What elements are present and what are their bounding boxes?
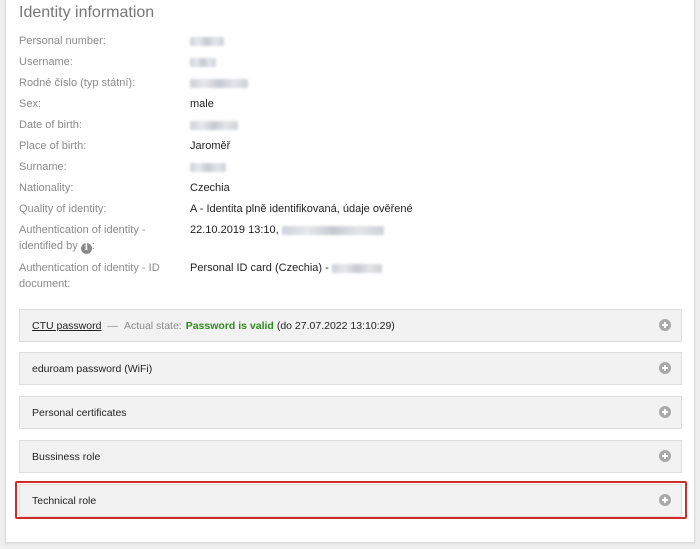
auth-identified-row: Authentication of identity - identified b…	[19, 222, 384, 254]
auth-document-row: Authentication of identity - ID document:…	[19, 260, 382, 292]
identity-row-label: Sex:	[19, 98, 42, 110]
page-title: Identity information	[19, 4, 155, 21]
identity-row: Rodné číslo (typ státní):	[19, 75, 248, 91]
redacted-value	[190, 120, 238, 130]
auth-identified-value: 22.10.2019 13:10,	[190, 222, 384, 254]
identity-row-label: Date of birth:	[19, 119, 82, 131]
redacted-value	[190, 57, 216, 67]
redacted-value	[331, 263, 382, 273]
separator-dash: —	[107, 319, 118, 332]
expand-plus-icon[interactable]	[659, 406, 671, 418]
identity-row-value: Jaroměř	[190, 140, 231, 152]
identity-row: Date of birth:	[19, 117, 238, 133]
auth-document-label-line2: document:	[19, 278, 71, 290]
eduroam-password-label: eduroam password (WiFi)	[32, 362, 153, 375]
business-role-section[interactable]: Bussiness role	[19, 440, 682, 473]
identity-row-label: Surname:	[19, 161, 67, 173]
identity-row: Place of birth: Jaroměř	[19, 138, 230, 154]
auth-document-text: Personal ID card (Czechia) -	[190, 262, 329, 274]
info-circle-icon[interactable]: i	[80, 243, 92, 254]
redacted-value	[190, 78, 248, 88]
auth-identified-label-line1: Authentication of identity -	[19, 224, 146, 236]
auth-identified-label: Authentication of identity - identified b…	[19, 224, 146, 254]
expand-plus-icon[interactable]	[659, 362, 671, 374]
identity-row-label: Username:	[19, 56, 73, 68]
identity-row-value: Czechia	[190, 182, 230, 194]
identity-row-value	[190, 159, 226, 175]
identity-row-label: Rodné číslo (typ státní):	[19, 77, 136, 89]
identity-row-value	[190, 117, 238, 133]
identity-row-value: A - Identita plně identifikovaná, údaje …	[190, 203, 413, 215]
identity-row-label: Nationality:	[19, 182, 74, 194]
expand-plus-icon[interactable]	[659, 319, 671, 331]
identity-row-value: male	[190, 98, 214, 110]
expand-plus-icon[interactable]	[659, 494, 671, 506]
identity-row-label: Personal number:	[19, 35, 106, 47]
identity-row-value	[190, 54, 216, 70]
identity-row-value	[190, 75, 248, 91]
actual-state-label: Actual state:	[123, 319, 182, 332]
password-valid-until: (do 27.07.2022 13:10:29)	[276, 319, 395, 332]
identity-row: Username:	[19, 54, 216, 70]
ctu-password-section[interactable]: CTU password — Actual state: Password is…	[19, 309, 682, 342]
redacted-value	[190, 162, 226, 172]
auth-document-label-line1: Authentication of identity - ID	[19, 262, 160, 274]
auth-document-value: Personal ID card (Czechia) -	[190, 260, 382, 292]
auth-document-label: Authentication of identity - ID document:	[19, 260, 190, 292]
redacted-value	[281, 225, 384, 235]
identity-row: Sex: male	[19, 96, 214, 112]
identity-row-value	[190, 33, 224, 49]
auth-identified-datetime: 22.10.2019 13:10,	[190, 224, 279, 236]
technical-role-section[interactable]: Technical role	[19, 484, 682, 517]
technical-role-label: Technical role	[32, 494, 97, 507]
auth-identified-label-line2: identified by	[19, 240, 78, 252]
ctu-password-link[interactable]: CTU password	[32, 320, 101, 332]
personal-certificates-section[interactable]: Personal certificates	[19, 396, 682, 429]
personal-certificates-label: Personal certificates	[32, 406, 127, 419]
identity-panel: Identity information Personal number: Use…	[5, 0, 695, 543]
redacted-value	[190, 36, 224, 46]
identity-row: Quality of identity: A - Identita plně id…	[19, 201, 413, 217]
expand-plus-icon[interactable]	[659, 450, 671, 462]
identity-row-label: Quality of identity:	[19, 203, 107, 215]
identity-row: Personal number:	[19, 33, 224, 49]
identity-row: Surname:	[19, 159, 226, 175]
identity-row-label: Place of birth:	[19, 140, 87, 152]
eduroam-password-section[interactable]: eduroam password (WiFi)	[19, 352, 682, 385]
business-role-label: Bussiness role	[32, 450, 101, 463]
password-status: Password is valid	[185, 319, 274, 332]
identity-row: Nationality: Czechia	[19, 180, 230, 196]
